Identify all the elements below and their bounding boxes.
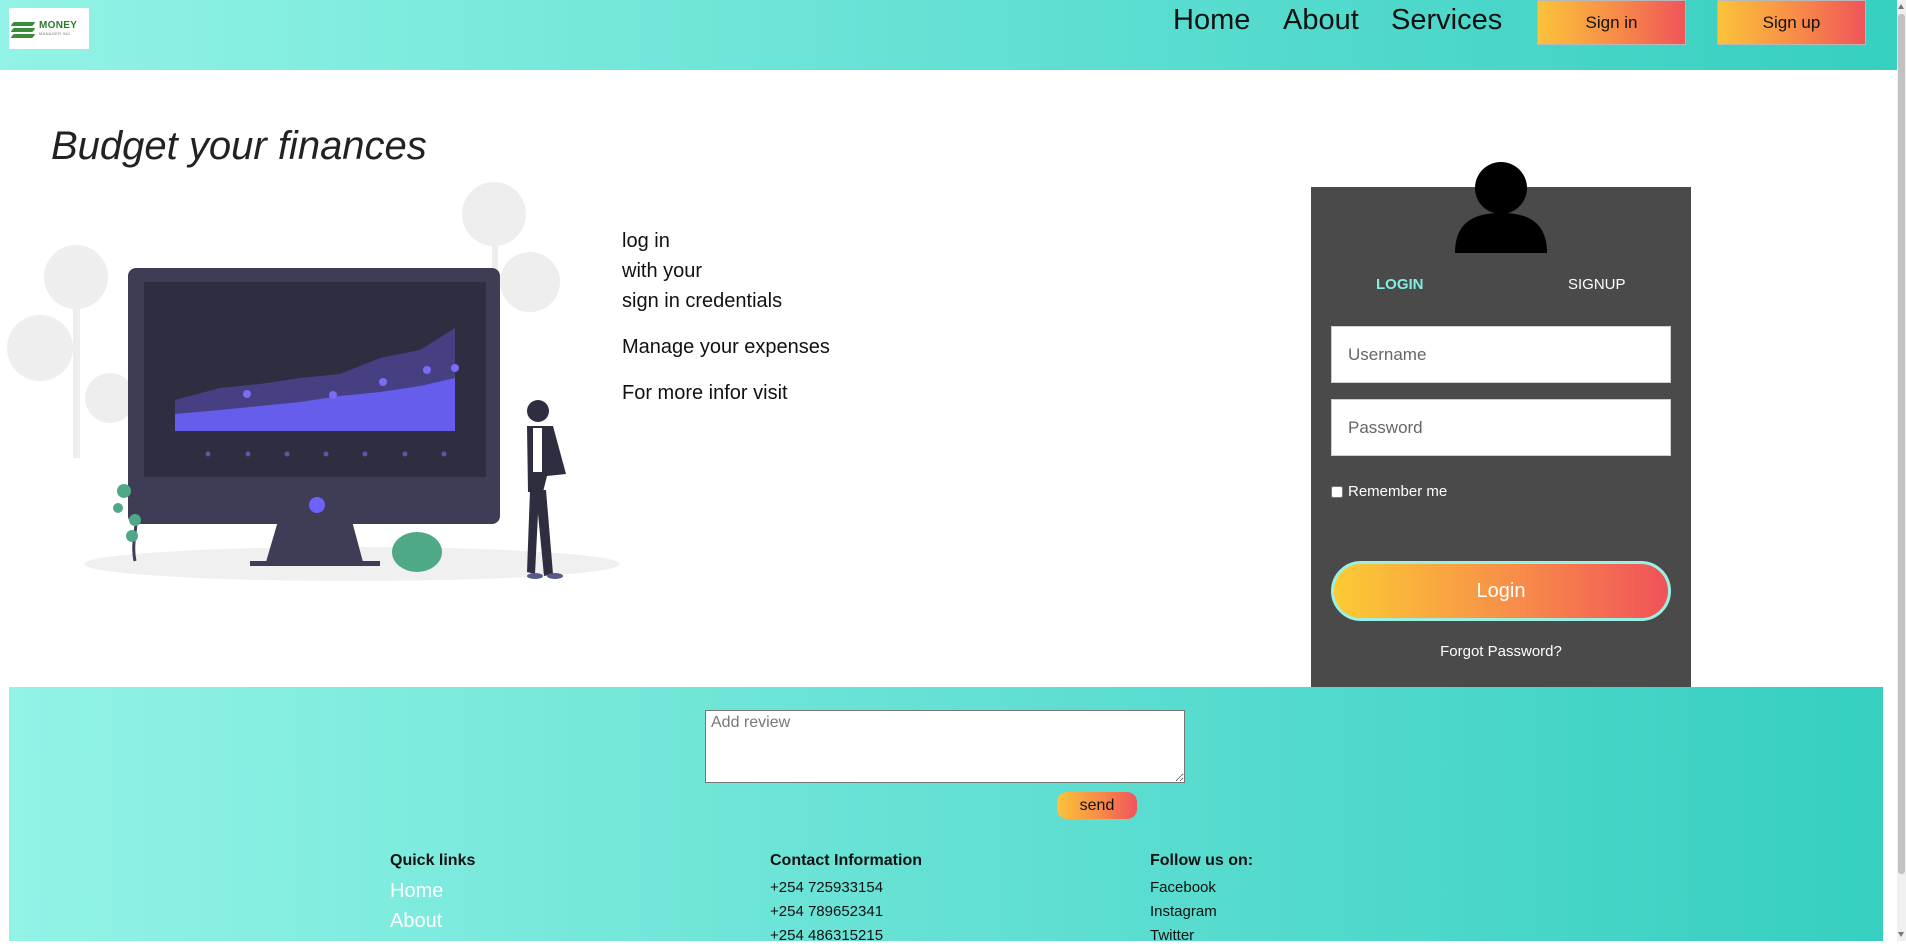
user-avatar-icon	[1455, 162, 1547, 253]
page-scrollbar[interactable]	[1897, 0, 1906, 941]
phone-number: +254 486315215	[770, 927, 884, 944]
forgot-password-link[interactable]: Forgot Password?	[1311, 643, 1691, 660]
logo-text: MONEY	[39, 20, 78, 31]
sign-up-button[interactable]: Sign up	[1717, 0, 1866, 45]
remember-me-checkbox[interactable]	[1331, 485, 1343, 498]
blurb-line: log in	[622, 230, 670, 252]
remember-me[interactable]: Remember me	[1331, 483, 1447, 500]
nav-home[interactable]: Home	[1173, 0, 1250, 40]
green-bush	[392, 532, 442, 572]
logo-subtext: MANAGER INC	[39, 31, 71, 36]
phone-number: +254 725933154	[770, 879, 884, 896]
hero-blurb: log in with your sign in credentials Man…	[622, 226, 830, 408]
social-link-instagram[interactable]: Instagram	[1150, 900, 1253, 924]
monitor-power-dot	[309, 497, 325, 513]
contact-information: Contact Information +254 725933154 +254 …	[770, 852, 922, 948]
tab-signup[interactable]: SIGNUP	[1568, 276, 1626, 293]
quick-links: Quick links Home About	[390, 852, 475, 936]
blurb-line: Manage your expenses	[622, 336, 830, 358]
nav-services[interactable]: Services	[1391, 0, 1502, 40]
top-navbar: MONEY MANAGER INC Home About Services Si…	[0, 0, 1900, 70]
password-input[interactable]	[1331, 399, 1671, 456]
tab-login[interactable]: LOGIN	[1376, 276, 1424, 293]
username-input[interactable]	[1331, 326, 1671, 383]
nav-about[interactable]: About	[1283, 0, 1359, 40]
quick-links-title: Quick links	[390, 852, 476, 869]
blurb-line: with your	[622, 260, 703, 282]
scrollbar-thumb[interactable]	[1898, 14, 1905, 874]
page-title: Budget your finances	[51, 124, 427, 168]
scroll-down-arrow-icon[interactable]	[1898, 932, 1904, 937]
footer-link-home[interactable]: Home	[390, 876, 475, 906]
dashboard-illustration	[7, 182, 620, 581]
follow-us: Follow us on: Facebook Instagram Twitter	[1150, 852, 1253, 948]
footer-link-about[interactable]: About	[390, 906, 475, 936]
monitor-stand	[266, 521, 363, 562]
blurb-line: For more infor visit	[622, 382, 788, 404]
scroll-up-arrow-icon[interactable]	[1898, 4, 1904, 9]
sign-in-button[interactable]: Sign in	[1537, 0, 1686, 45]
phone-number: +254 789652341	[770, 903, 884, 920]
standing-man	[527, 400, 566, 579]
review-textarea[interactable]	[705, 710, 1185, 783]
send-review-button[interactable]: send	[1057, 792, 1137, 819]
blurb-line: sign in credentials	[622, 290, 783, 312]
money-manager-logo[interactable]: MONEY MANAGER INC	[9, 8, 89, 49]
remember-me-label: Remember me	[1348, 483, 1448, 500]
social-link-facebook[interactable]: Facebook	[1150, 876, 1253, 900]
login-button[interactable]: Login	[1331, 561, 1671, 621]
follow-title: Follow us on:	[1150, 852, 1254, 869]
contact-title: Contact Information	[770, 852, 922, 869]
logo-mark-icon	[10, 18, 36, 40]
social-link-twitter[interactable]: Twitter	[1150, 924, 1253, 948]
